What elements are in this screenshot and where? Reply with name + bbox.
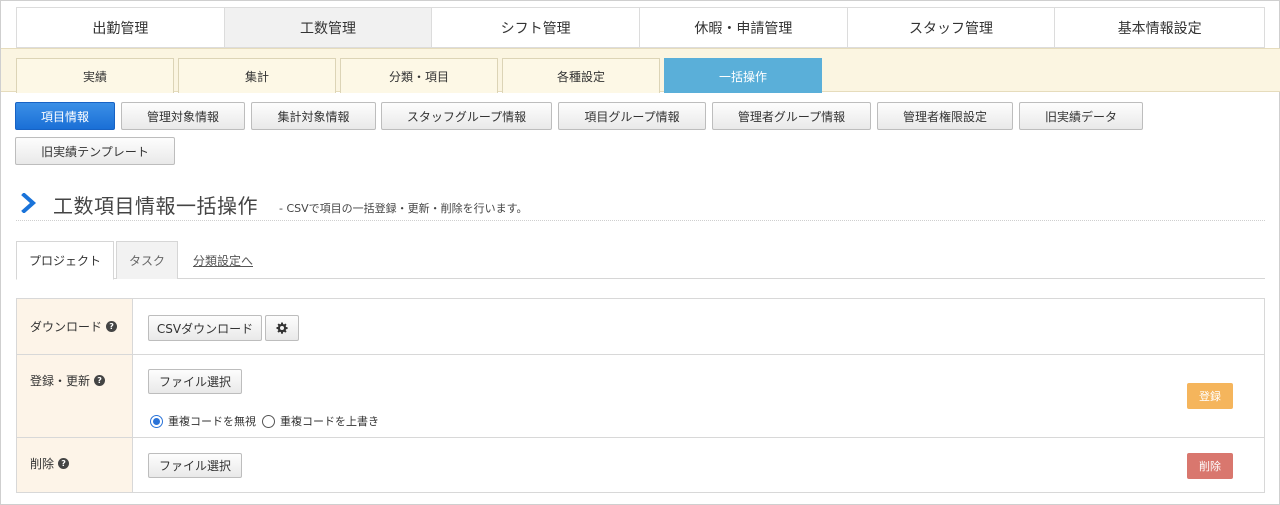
register-label: 登録・更新 ? <box>30 372 106 389</box>
main-tab-shift[interactable]: シフト管理 <box>432 8 641 47</box>
register-label-text: 登録・更新 <box>30 374 91 388</box>
staff-group-info-button[interactable]: スタッフグループ情報 <box>381 102 552 130</box>
delete-label: 削除 ? <box>30 455 70 472</box>
managed-target-info-button[interactable]: 管理対象情報 <box>121 102 245 130</box>
ignore-duplicate-label: 重複コードを無視 <box>168 415 256 428</box>
help-icon[interactable]: ? <box>58 458 70 469</box>
delete-label-text: 削除 <box>30 457 55 471</box>
download-settings-button[interactable] <box>265 315 299 341</box>
page-subtitle: - CSVで項目の一括登録・更新・削除を行います。 <box>279 202 528 215</box>
register-row: 登録・更新 ? ファイル選択 重複コードを無視 重複コードを上書き 登録 <box>17 355 1264 438</box>
overwrite-duplicate-label: 重複コードを上書き <box>280 415 379 428</box>
sub-tab-summary[interactable]: 集計 <box>178 58 336 93</box>
main-tab-staff[interactable]: スタッフ管理 <box>848 8 1056 47</box>
tab-project[interactable]: プロジェクト <box>16 241 114 280</box>
main-tab-settings[interactable]: 基本情報設定 <box>1055 8 1264 47</box>
category-settings-link[interactable]: 分類設定へ <box>191 241 255 279</box>
page-header: 工数項目情報一括操作 - CSVで項目の一括登録・更新・削除を行います。 <box>16 189 1265 221</box>
bulk-form: ダウンロード ? CSVダウンロード 登録・更新 ? ファイル選択 重複コードを… <box>16 298 1265 493</box>
chevron-right-icon <box>21 193 37 213</box>
main-tab-leave[interactable]: 休暇・申請管理 <box>640 8 848 47</box>
page-title: 工数項目情報一括操作 <box>53 194 258 218</box>
delete-row: 削除 ? ファイル選択 削除 <box>17 438 1264 492</box>
aggregate-target-info-button[interactable]: 集計対象情報 <box>251 102 376 130</box>
download-label-cell: ダウンロード ? <box>17 299 133 354</box>
inner-tabs: プロジェクト タスク 分類設定へ <box>16 241 1265 280</box>
help-icon[interactable]: ? <box>94 375 106 386</box>
delete-button[interactable]: 削除 <box>1187 453 1233 479</box>
sub-tab-results[interactable]: 実績 <box>16 58 174 93</box>
ignore-duplicate-radio[interactable] <box>150 414 163 428</box>
old-results-data-button[interactable]: 旧実績データ <box>1019 102 1143 130</box>
delete-file-select-button[interactable]: ファイル選択 <box>148 453 242 478</box>
main-tab-attendance[interactable]: 出勤管理 <box>17 8 225 47</box>
register-label-cell: 登録・更新 ? <box>17 355 133 437</box>
old-results-template-button[interactable]: 旧実績テンプレート <box>15 137 175 165</box>
admin-permission-button[interactable]: 管理者権限設定 <box>877 102 1013 130</box>
main-nav: 出勤管理 工数管理 シフト管理 休暇・申請管理 スタッフ管理 基本情報設定 <box>16 7 1265 48</box>
download-label-text: ダウンロード <box>30 320 103 334</box>
register-button[interactable]: 登録 <box>1187 383 1233 409</box>
admin-group-info-button[interactable]: 管理者グループ情報 <box>712 102 871 130</box>
sub-nav: 実績 集計 分類・項目 各種設定 一括操作 <box>1 48 1280 93</box>
app-frame: 出勤管理 工数管理 シフト管理 休暇・申請管理 スタッフ管理 基本情報設定 実績… <box>0 0 1280 505</box>
main-tab-workload[interactable]: 工数管理 <box>224 8 433 47</box>
delete-label-cell: 削除 ? <box>17 438 133 492</box>
gear-icon <box>276 322 288 334</box>
sub-tab-bulk[interactable]: 一括操作 <box>664 58 822 93</box>
tab-task[interactable]: タスク <box>116 241 178 279</box>
overwrite-duplicate-radio[interactable] <box>262 414 275 428</box>
item-info-button[interactable]: 項目情報 <box>15 102 115 130</box>
help-icon[interactable]: ? <box>106 321 118 332</box>
sub-tab-various-settings[interactable]: 各種設定 <box>502 58 660 93</box>
download-label: ダウンロード ? <box>30 318 118 335</box>
csv-download-button[interactable]: CSVダウンロード <box>148 315 262 341</box>
download-row: ダウンロード ? CSVダウンロード <box>17 299 1264 355</box>
register-file-select-button[interactable]: ファイル選択 <box>148 369 242 394</box>
item-group-info-button[interactable]: 項目グループ情報 <box>558 102 706 130</box>
duplicate-code-options: 重複コードを無視 重複コードを上書き <box>150 413 379 429</box>
sub-tab-category[interactable]: 分類・項目 <box>340 58 498 93</box>
